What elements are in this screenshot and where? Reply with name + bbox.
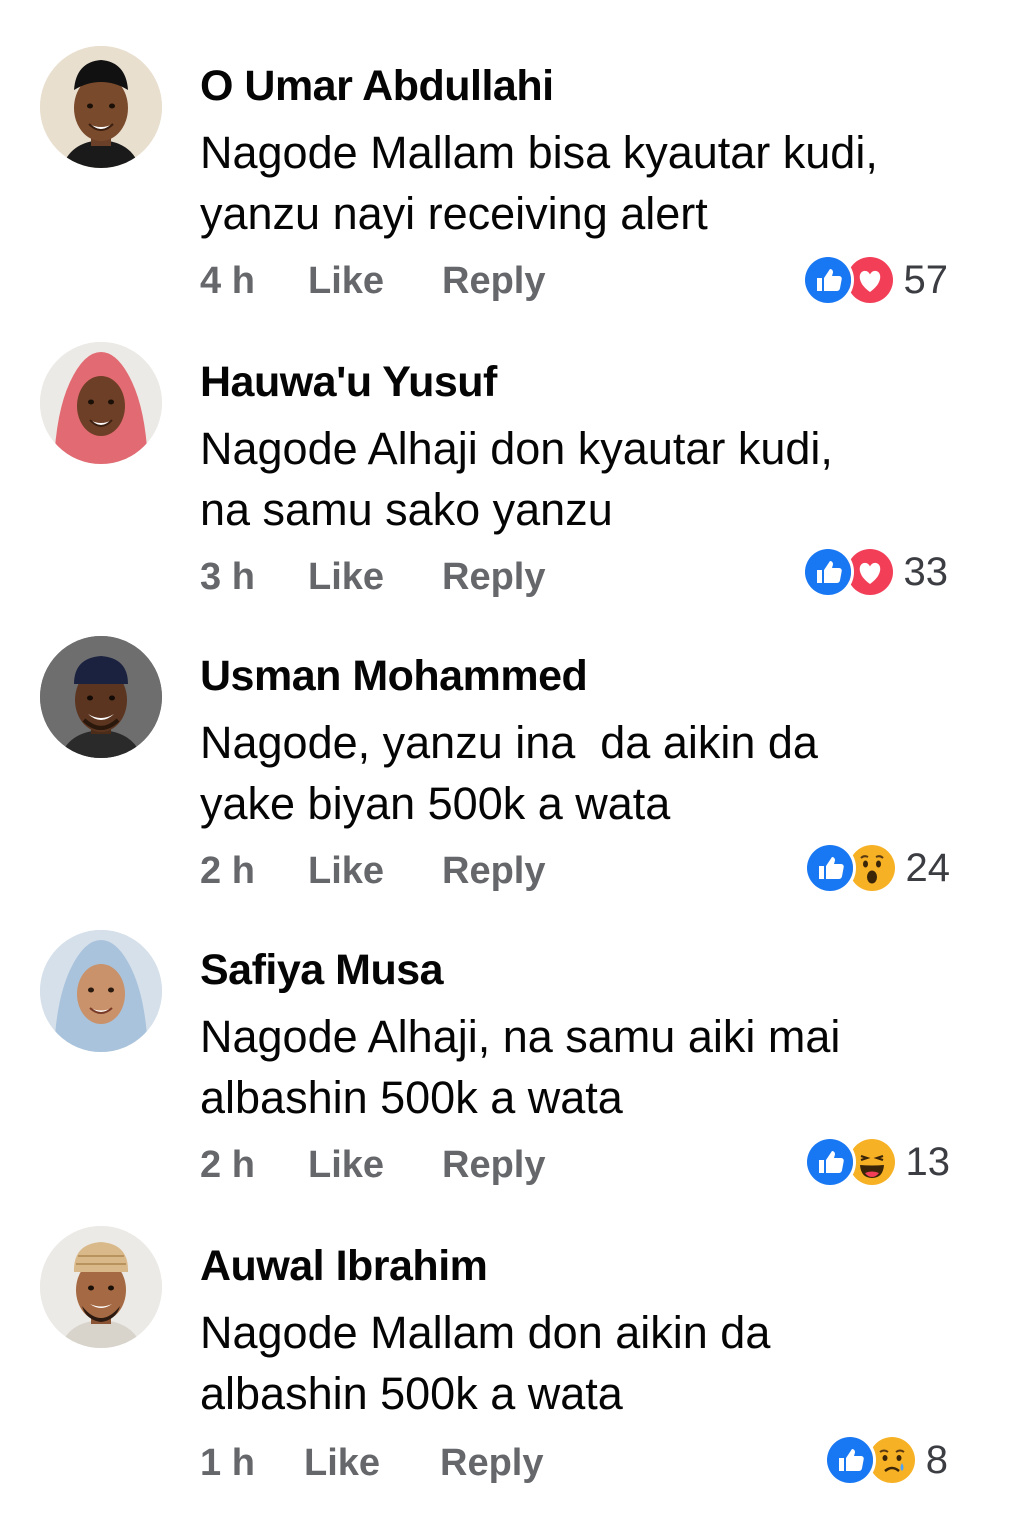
avatar[interactable]: [40, 930, 162, 1052]
comment-item: Auwal Ibrahim Nagode Mallam don aikin da…: [0, 1180, 1024, 1486]
comment-text: Nagode Alhaji, na samu aiki mai albashin…: [200, 1006, 980, 1128]
avatar[interactable]: [40, 46, 162, 168]
comment-text-line: yanzu nayi receiving alert: [200, 188, 708, 239]
comment-text: Nagode Mallam don aikin da albashin 500k…: [200, 1302, 980, 1424]
reaction-count: 33: [903, 549, 949, 594]
comment-text-line: yake biyan 500k a wata: [200, 778, 671, 829]
comment-text-line: Nagode Alhaji, na samu aiki mai: [200, 1011, 841, 1062]
comment-text: Nagode Mallam bisa kyautar kudi, yanzu n…: [200, 122, 980, 244]
like-icon: [801, 254, 854, 306]
avatar[interactable]: [40, 1226, 162, 1348]
comment-text-line: albashin 500k a wata: [200, 1072, 623, 1123]
reaction-count: 8: [925, 1437, 948, 1482]
comment-item: O Umar Abdullahi Nagode Mallam bisa kyau…: [0, 0, 1024, 306]
comment-text-line: na samu sako yanzu: [200, 484, 613, 535]
comment-text-line: Nagode Mallam bisa kyautar kudi,: [200, 127, 878, 178]
comment-text-line: Nagode Alhaji don kyautar kudi,: [200, 423, 833, 474]
like-icon: [823, 1434, 876, 1486]
avatar[interactable]: [40, 342, 162, 464]
comment-text-line: Nagode, yanzu ina da aikin da: [200, 717, 818, 768]
comment-text-line: Nagode Mallam don aikin da: [200, 1307, 771, 1358]
comment-text: Nagode, yanzu ina da aikin da yake biyan…: [200, 712, 980, 834]
commenter-name[interactable]: Hauwa'u Yusuf: [200, 358, 497, 407]
commenter-name[interactable]: Safiya Musa: [200, 946, 444, 995]
reaction-count: 13: [905, 1139, 951, 1184]
like-icon: [801, 546, 854, 598]
reply-button[interactable]: Reply: [440, 1442, 543, 1485]
like-button[interactable]: Like: [304, 1442, 380, 1485]
comment-item: Safiya Musa Nagode Alhaji, na samu aiki …: [0, 884, 1024, 1188]
commenter-name[interactable]: Usman Mohammed: [200, 652, 588, 701]
like-icon: [803, 1136, 856, 1188]
commenter-name[interactable]: O Umar Abdullahi: [200, 62, 554, 111]
comment-text-line: albashin 500k a wata: [200, 1368, 623, 1419]
comment-item: Usman Mohammed Nagode, yanzu ina da aiki…: [0, 590, 1024, 894]
reactions-summary[interactable]: 8: [823, 1434, 948, 1486]
commenter-name[interactable]: Auwal Ibrahim: [200, 1242, 488, 1291]
comment-timestamp[interactable]: 1 h: [200, 1442, 255, 1485]
comment-item: Hauwa'u Yusuf Nagode Alhaji don kyautar …: [0, 296, 1024, 598]
like-icon: [803, 842, 856, 894]
avatar[interactable]: [40, 636, 162, 758]
comment-text: Nagode Alhaji don kyautar kudi, na samu …: [200, 418, 980, 540]
